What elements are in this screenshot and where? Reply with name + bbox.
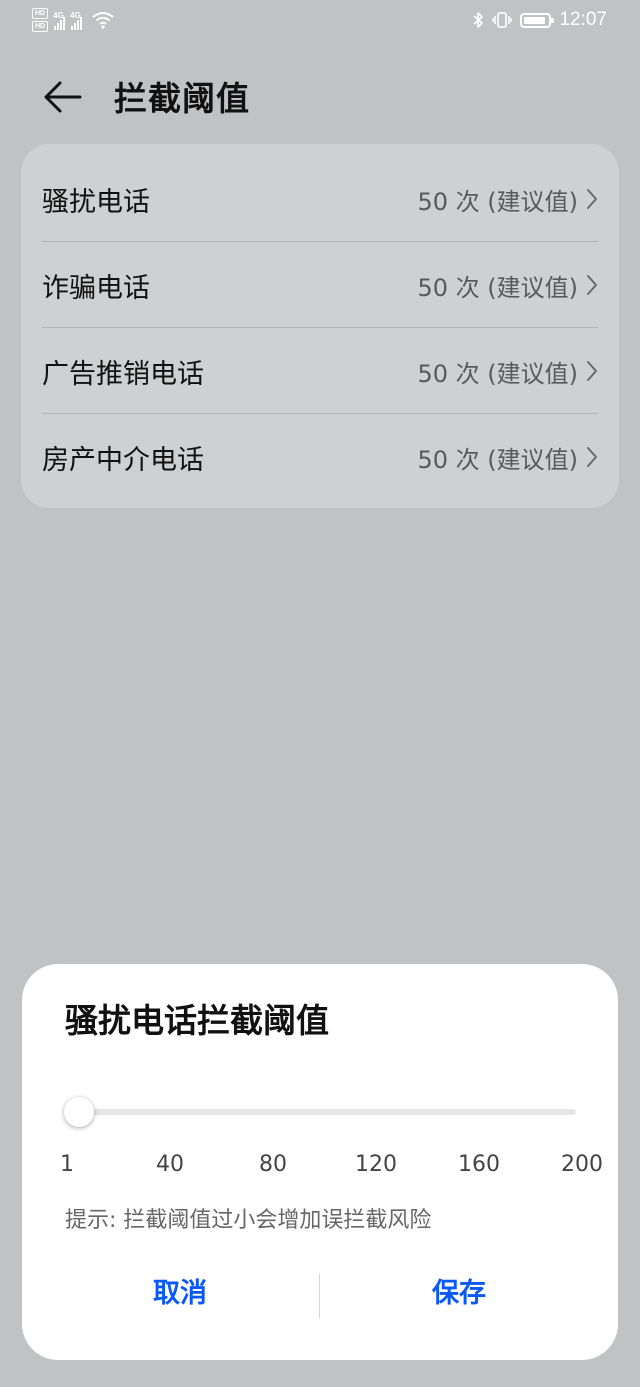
hd-badge: HD (32, 8, 49, 19)
dialog-title: 骚扰电话拦截阈值 (65, 1001, 329, 1040)
setting-label: 骚扰电话 (42, 186, 150, 218)
page-title: 拦截阈值 (114, 79, 250, 118)
signal-icon: 4G (53, 10, 66, 30)
setting-label: 广告推销电话 (42, 358, 204, 390)
scale-label: 120 (355, 1152, 397, 1177)
status-bar: HD HD 4G 4G 12:07 (0, 0, 640, 44)
vibrate-icon (492, 12, 513, 28)
hd-indicators: HD HD (32, 8, 49, 32)
scale-label: 200 (561, 1152, 603, 1177)
status-left: HD HD 4G 4G (32, 8, 114, 32)
scale-label: 80 (259, 1152, 287, 1177)
chevron-right-icon (587, 275, 597, 295)
hint-text: 提示: 拦截阈值过小会增加误拦截风险 (65, 1208, 432, 1233)
divider (319, 1274, 320, 1318)
save-button[interactable]: 保存 (324, 1260, 594, 1320)
network-type: 4G (70, 10, 81, 20)
scale-label: 160 (458, 1152, 500, 1177)
setting-value: 50 次 (建议值) (417, 445, 578, 474)
chevron-right-icon (587, 189, 597, 209)
threshold-slider[interactable] (64, 1094, 576, 1130)
signal-icon: 4G (70, 10, 83, 30)
setting-value: 50 次 (建议值) (417, 187, 578, 216)
hd-badge: HD (32, 21, 49, 32)
slider-track[interactable] (64, 1109, 576, 1115)
slider-scale: 1 40 80 120 160 200 (57, 1152, 603, 1182)
settings-list: 骚扰电话 50 次 (建议值) 诈骗电话 50 次 (建议值) 广告推销电话 5… (21, 144, 619, 508)
scale-label: 1 (60, 1152, 74, 1177)
wifi-icon (92, 12, 114, 29)
status-right: 12:07 (472, 9, 607, 31)
list-item[interactable]: 诈骗电话 50 次 (建议值) (42, 242, 598, 328)
setting-label: 诈骗电话 (42, 272, 150, 304)
list-item[interactable]: 房产中介电话 50 次 (建议值) (42, 414, 598, 500)
setting-label: 房产中介电话 (42, 444, 204, 476)
network-type: 4G (53, 10, 64, 20)
battery-icon (520, 12, 555, 28)
threshold-dialog: 骚扰电话拦截阈值 1 40 80 120 160 200 提示: 拦截阈值过小会… (22, 964, 618, 1360)
arrow-left-icon[interactable] (42, 76, 84, 118)
setting-value: 50 次 (建议值) (417, 359, 578, 388)
setting-value: 50 次 (建议值) (417, 273, 578, 302)
slider-thumb[interactable] (64, 1097, 94, 1127)
chevron-right-icon (587, 447, 597, 467)
cancel-button[interactable]: 取消 (45, 1260, 315, 1320)
header: 拦截阈值 (0, 56, 640, 136)
list-item[interactable]: 骚扰电话 50 次 (建议值) (42, 156, 598, 242)
chevron-right-icon (587, 361, 597, 381)
bluetooth-icon (473, 12, 484, 28)
dialog-actions: 取消 保存 (22, 1260, 618, 1320)
list-item[interactable]: 广告推销电话 50 次 (建议值) (42, 328, 598, 414)
clock: 12:07 (559, 9, 607, 30)
scale-label: 40 (156, 1152, 184, 1177)
